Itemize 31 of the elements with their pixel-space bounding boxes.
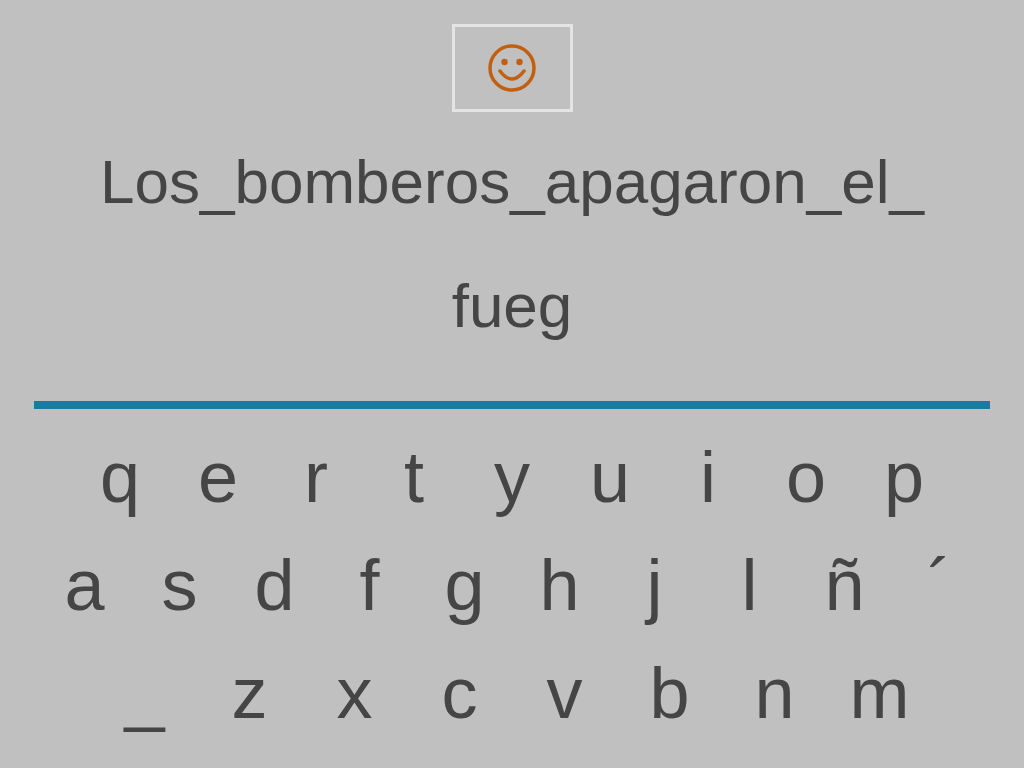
letter-key[interactable]: s <box>132 531 227 639</box>
letter-key[interactable]: z <box>197 639 302 747</box>
letter-key[interactable]: r <box>267 423 365 531</box>
letter-key[interactable]: t <box>365 423 463 531</box>
smiley-icon <box>487 43 537 93</box>
letter-key[interactable]: n <box>722 639 827 747</box>
letter-key[interactable]: d <box>227 531 322 639</box>
letter-key[interactable]: ñ <box>797 531 892 639</box>
letter-key[interactable]: o <box>757 423 855 531</box>
smiley-button[interactable] <box>451 24 573 112</box>
letter-key[interactable]: b <box>617 639 722 747</box>
letter-key[interactable]: p <box>855 423 953 531</box>
letter-key[interactable]: f <box>322 531 417 639</box>
letter-key[interactable]: g <box>417 531 512 639</box>
letter-key[interactable]: l <box>702 531 797 639</box>
letter-key[interactable]: h <box>512 531 607 639</box>
letter-key[interactable]: m <box>827 639 932 747</box>
letter-key[interactable]: e <box>169 423 267 531</box>
letter-key[interactable]: ´ <box>892 531 987 639</box>
letter-key[interactable]: c <box>407 639 512 747</box>
letter-key[interactable]: i <box>659 423 757 531</box>
letter-key[interactable]: y <box>463 423 561 531</box>
sentence-text: Los_bomberos_apagaron_el_ <box>100 147 924 216</box>
sentence-text: fueg <box>451 271 573 340</box>
letter-key[interactable]: a <box>37 531 132 639</box>
letter-key[interactable]: _ <box>92 639 197 747</box>
letter-key[interactable]: x <box>302 639 407 747</box>
letter-key[interactable]: q <box>71 423 169 531</box>
letter-key[interactable]: j <box>607 531 702 639</box>
letter-key[interactable]: v <box>512 639 617 747</box>
letter-key[interactable]: u <box>561 423 659 531</box>
